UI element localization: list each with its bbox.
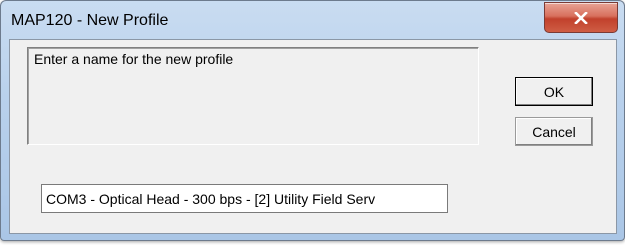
close-icon (574, 11, 588, 24)
dialog-window: MAP120 - New Profile Enter a name for th… (0, 0, 625, 241)
prompt-label: Enter a name for the new profile (34, 51, 234, 67)
title-bar[interactable]: MAP120 - New Profile (1, 1, 624, 41)
cancel-button[interactable]: Cancel (515, 117, 593, 146)
window-title: MAP120 - New Profile (11, 12, 169, 29)
prompt-box: Enter a name for the new profile (27, 47, 479, 145)
profile-name-input[interactable] (41, 184, 448, 213)
close-button[interactable] (544, 2, 618, 33)
dialog-body: Enter a name for the new profile OK Canc… (9, 39, 617, 234)
ok-button[interactable]: OK (515, 77, 593, 106)
